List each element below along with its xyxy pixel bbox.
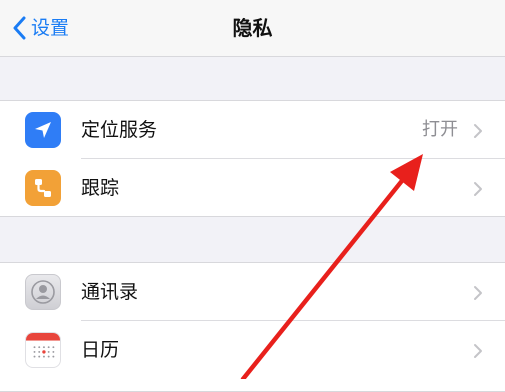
- settings-group-location: 定位服务 打开 跟踪: [0, 100, 505, 217]
- list-item-label: 跟踪: [81, 177, 120, 199]
- list-item-calendar[interactable]: 日历: [0, 321, 505, 379]
- chevron-right-icon: [474, 286, 482, 300]
- navigation-bar: 设置 隐私: [0, 0, 505, 57]
- page-title: 隐私: [232, 16, 273, 40]
- list-item-label: 通讯录: [81, 281, 139, 303]
- chevron-right-icon: [474, 344, 482, 358]
- list-item-value: 打开: [422, 119, 458, 140]
- list-item-location-services[interactable]: 定位服务 打开: [0, 101, 505, 159]
- tracking-icon: [25, 170, 61, 206]
- list-item-tracking[interactable]: 跟踪: [0, 159, 505, 217]
- contacts-icon: [25, 274, 61, 310]
- chevron-right-icon: [474, 182, 482, 196]
- list-item-label: 日历: [81, 339, 120, 361]
- list-item-contacts[interactable]: 通讯录: [0, 263, 505, 321]
- settings-group-data: 通讯录 日历: [0, 262, 505, 392]
- calendar-icon: [25, 332, 61, 368]
- chevron-right-icon: [474, 124, 482, 138]
- list-item-label: 定位服务: [81, 119, 158, 141]
- location-arrow-icon: [25, 112, 61, 148]
